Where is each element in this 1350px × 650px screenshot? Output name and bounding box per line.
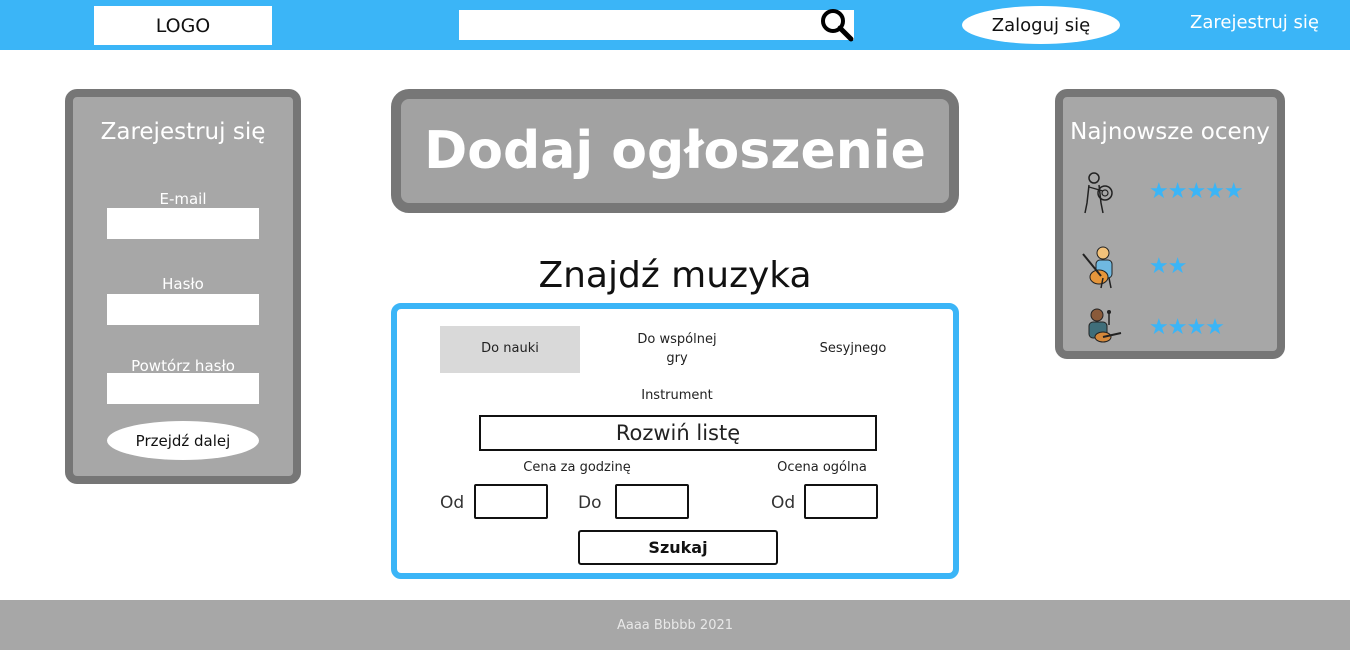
price-label: Cena za godzinę xyxy=(523,460,631,475)
login-button[interactable]: Zaloguj się xyxy=(962,6,1120,44)
price-to-input[interactable] xyxy=(615,484,689,519)
search-icon[interactable] xyxy=(820,8,854,42)
search-bar[interactable] xyxy=(459,8,854,42)
singer-guitarist-icon xyxy=(1088,308,1122,343)
find-musician-title: Znajdź muzyka xyxy=(538,255,812,296)
register-panel: Zarejestruj się E-mail Hasło Powtórz has… xyxy=(65,89,301,484)
tab-do-wspolnej-gry[interactable]: Do wspólnej gry xyxy=(627,326,727,373)
horn-player-icon xyxy=(1084,172,1113,214)
tab-do-wspolnej-gry-label: Do wspólnej gry xyxy=(637,332,717,366)
footer: Aaaa Bbbbb 2021 xyxy=(0,600,1350,650)
email-label: E-mail xyxy=(159,190,207,208)
search-input[interactable] xyxy=(459,10,819,40)
register-title: Zarejestruj się xyxy=(100,119,266,145)
rating-row[interactable]: ★★★★★ xyxy=(1079,169,1269,215)
add-ad-label: Dodaj ogłoszenie xyxy=(424,121,926,181)
ratings-panel: Najnowsze oceny ★★★★★ ★★ ★★★★ xyxy=(1055,89,1285,359)
next-button[interactable]: Przejdź dalej xyxy=(107,421,259,460)
star-rating: ★★★★★ xyxy=(1149,178,1244,204)
ratings-title: Najnowsze oceny xyxy=(1070,119,1270,145)
instrument-label: Instrument xyxy=(641,388,713,403)
price-from-label: Od xyxy=(440,493,465,513)
musician-search-form: Do nauki Do wspólnej gry Sesyjnego Instr… xyxy=(391,303,959,579)
register-link[interactable]: Zarejestruj się xyxy=(1190,12,1319,33)
add-ad-button[interactable]: Dodaj ogłoszenie xyxy=(391,89,959,213)
rating-row[interactable]: ★★★★ xyxy=(1079,305,1269,351)
rating-label: Ocena ogólna xyxy=(777,460,867,475)
email-field[interactable] xyxy=(107,208,259,239)
rating-row[interactable]: ★★ xyxy=(1079,244,1269,290)
tab-do-nauki[interactable]: Do nauki xyxy=(440,326,580,373)
instrument-dropdown[interactable]: Rozwiń listę xyxy=(479,415,877,451)
top-navbar: LOGO Zaloguj się Zarejestruj się xyxy=(0,0,1350,50)
star-rating: ★★ xyxy=(1149,253,1187,279)
logo[interactable]: LOGO xyxy=(94,6,272,45)
star-rating: ★★★★ xyxy=(1149,314,1225,340)
footer-text: Aaaa Bbbbb 2021 xyxy=(616,617,734,633)
password-field[interactable] xyxy=(107,294,259,325)
tab-sesyjnego[interactable]: Sesyjnego xyxy=(797,326,909,373)
rating-from-input[interactable] xyxy=(804,484,878,519)
repeat-password-field[interactable] xyxy=(107,373,259,404)
rating-from-label: Od xyxy=(771,493,796,513)
password-label: Hasło xyxy=(162,275,204,293)
guitarist-icon xyxy=(1082,246,1113,289)
search-button[interactable]: Szukaj xyxy=(578,530,778,565)
price-from-input[interactable] xyxy=(474,484,548,519)
price-to-label: Do xyxy=(578,493,602,513)
